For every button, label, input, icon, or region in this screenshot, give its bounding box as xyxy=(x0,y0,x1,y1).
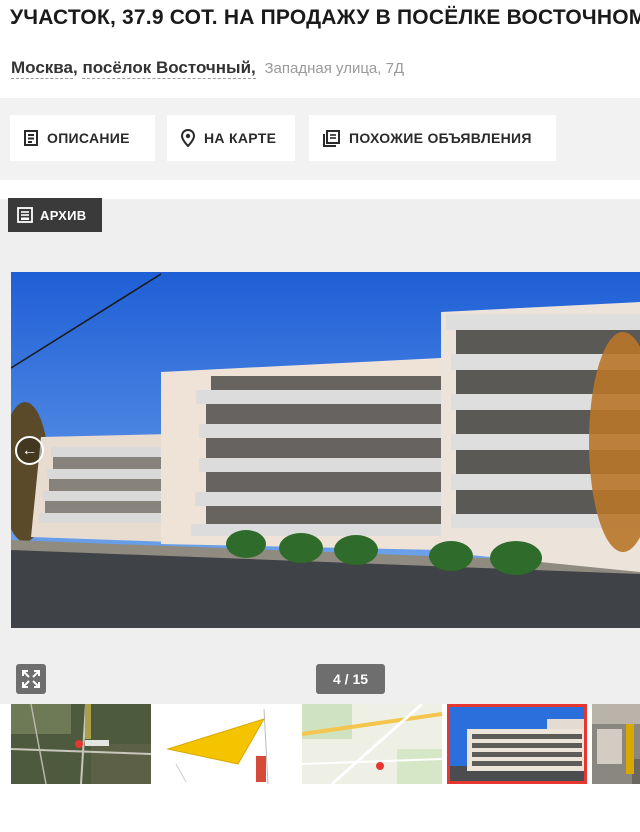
address-city-link[interactable]: Москва xyxy=(11,58,73,79)
arrow-left-icon: ← xyxy=(21,441,38,459)
address-separator: , xyxy=(72,58,78,77)
document-icon xyxy=(24,130,38,146)
archive-icon xyxy=(17,207,33,223)
tab-description-label: ОПИСАНИЕ xyxy=(47,130,130,146)
tab-description[interactable]: ОПИСАНИЕ xyxy=(10,115,155,161)
thumbnail-strip xyxy=(0,704,640,832)
thumbnail-interior-photo[interactable] xyxy=(592,704,640,784)
photo-counter: 4 / 15 xyxy=(316,664,385,694)
listing-title: УЧАСТОК, 37.9 СОТ. НА ПРОДАЖУ В ПОСЁЛКЕ … xyxy=(10,6,640,29)
tab-map[interactable]: НА КАРТЕ xyxy=(167,115,295,161)
tab-similar-listings[interactable]: ПОХОЖИЕ ОБЪЯВЛЕНИЯ xyxy=(309,115,556,161)
map-pin-icon xyxy=(181,129,195,147)
address-settlement-link[interactable]: посёлок Восточный, xyxy=(82,58,256,79)
archive-badge-label: АРХИВ xyxy=(40,207,87,223)
address-line: Москва, посёлок Восточный, Западная улиц… xyxy=(11,58,405,79)
copy-list-icon xyxy=(323,129,340,147)
prev-photo-button[interactable]: ← xyxy=(15,436,44,465)
tab-map-label: НА КАРТЕ xyxy=(204,130,277,146)
archive-badge: АРХИВ xyxy=(8,198,102,232)
listing-tabs: ОПИСАНИЕ НА КАРТЕ ПОХОЖИЕ ОБЪЯВЛЕНИЯ xyxy=(0,98,640,180)
thumbnail-building-photo[interactable] xyxy=(447,704,587,784)
listing-page: УЧАСТОК, 37.9 СОТ. НА ПРОДАЖУ В ПОСЁЛКЕ … xyxy=(0,0,640,832)
thumbnail-satellite-map[interactable] xyxy=(11,704,151,784)
address-street: Западная улица, 7Д xyxy=(264,60,405,77)
fullscreen-button[interactable] xyxy=(16,664,46,694)
main-photo[interactable] xyxy=(11,272,640,628)
thumbnail-plot-plan[interactable] xyxy=(156,704,296,784)
expand-icon xyxy=(22,670,40,688)
tab-similar-label: ПОХОЖИЕ ОБЪЯВЛЕНИЯ xyxy=(349,130,532,146)
thumbnail-street-map[interactable] xyxy=(302,704,442,784)
